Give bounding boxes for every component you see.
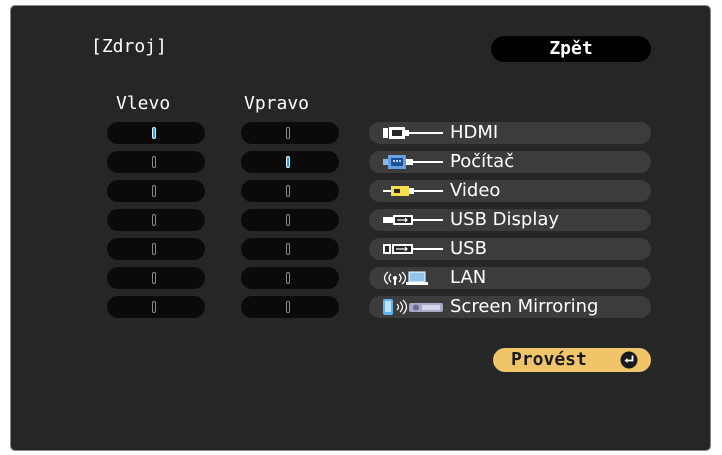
unselected-marker	[152, 301, 156, 313]
unselected-marker	[152, 156, 156, 168]
right-select-screen-mirroring[interactable]	[241, 296, 339, 318]
left-select-video[interactable]	[107, 180, 205, 202]
source-item-hdmi[interactable]: HDMI	[369, 122, 651, 144]
right-select-video[interactable]	[241, 180, 339, 202]
usb-display-icon	[383, 215, 443, 225]
left-select-lan[interactable]	[107, 267, 205, 289]
source-item-lan[interactable]: LAN	[369, 267, 651, 289]
source-label: USB Display	[450, 209, 560, 230]
left-select-usb-display[interactable]	[107, 209, 205, 231]
unselected-marker	[152, 243, 156, 255]
enter-icon	[620, 351, 638, 369]
source-item-usb-display[interactable]: USB Display	[369, 209, 651, 231]
unselected-marker	[152, 185, 156, 197]
unselected-marker	[152, 214, 156, 226]
right-select-computer[interactable]	[241, 151, 339, 173]
source-label: USB	[450, 238, 487, 259]
selected-marker	[152, 127, 156, 139]
unselected-marker	[152, 272, 156, 284]
source-item-screen-mirroring[interactable]: Screen Mirroring	[369, 296, 651, 318]
source-label: Screen Mirroring	[450, 296, 599, 317]
selected-marker	[286, 156, 290, 168]
video-rca-icon	[383, 186, 443, 196]
unselected-marker	[286, 243, 290, 255]
source-label: HDMI	[450, 122, 499, 143]
execute-button[interactable]: Provést	[493, 348, 651, 372]
unselected-marker	[286, 301, 290, 313]
dialog-title: [Zdroj]	[91, 36, 167, 57]
unselected-marker	[286, 272, 290, 284]
right-select-usb-display[interactable]	[241, 209, 339, 231]
screen-mirroring-icon	[383, 299, 443, 315]
left-select-usb[interactable]	[107, 238, 205, 260]
back-button[interactable]: Zpět	[491, 36, 651, 62]
source-item-video[interactable]: Video	[369, 180, 651, 202]
execute-label: Provést	[511, 349, 587, 370]
source-label: LAN	[450, 267, 487, 288]
lan-icon	[383, 271, 428, 285]
left-select-hdmi[interactable]	[107, 122, 205, 144]
source-item-computer[interactable]: Počítač	[369, 151, 651, 173]
unselected-marker	[286, 214, 290, 226]
unselected-marker	[286, 127, 290, 139]
source-label: Počítač	[450, 151, 515, 172]
hdmi-icon	[383, 127, 443, 139]
right-select-lan[interactable]	[241, 267, 339, 289]
left-select-computer[interactable]	[107, 151, 205, 173]
right-column-header: Vpravo	[244, 93, 310, 114]
left-column-header: Vlevo	[116, 93, 171, 114]
source-item-usb[interactable]: USB	[369, 238, 651, 260]
source-label: Video	[450, 180, 501, 201]
right-select-hdmi[interactable]	[241, 122, 339, 144]
right-select-usb[interactable]	[241, 238, 339, 260]
source-dialog: [Zdroj] Zpět Vlevo Vpravo HDMI Počítač V…	[10, 5, 711, 451]
unselected-marker	[286, 185, 290, 197]
computer-vga-icon	[383, 155, 443, 169]
usb-icon	[383, 244, 443, 254]
left-select-screen-mirroring[interactable]	[107, 296, 205, 318]
